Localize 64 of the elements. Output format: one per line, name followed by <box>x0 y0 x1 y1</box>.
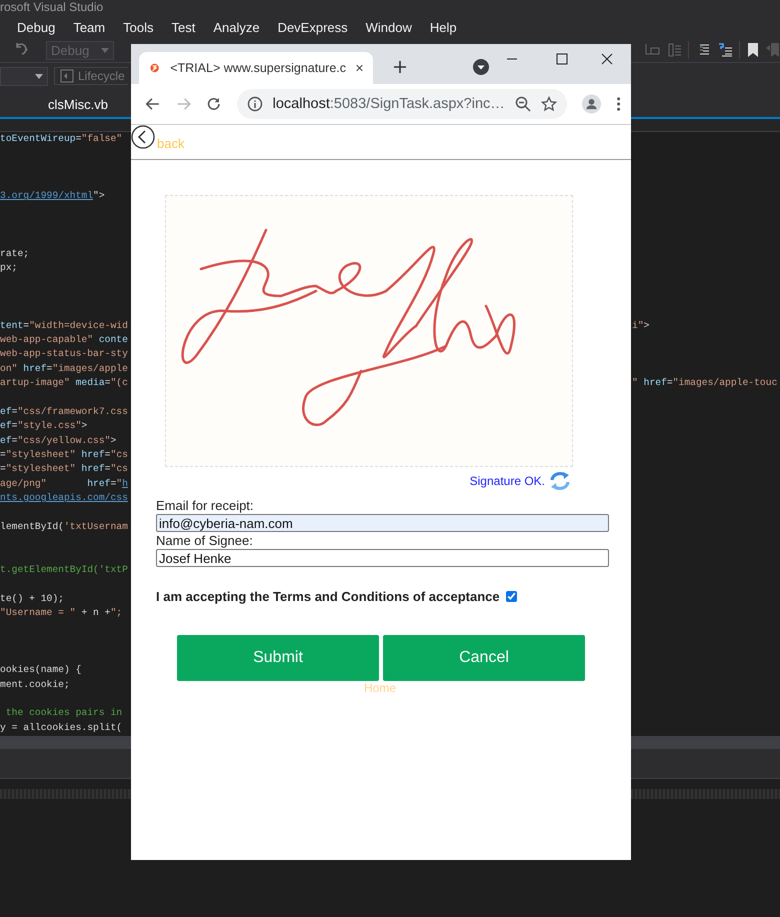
code-line: "Username = " + n +"; <box>0 606 122 618</box>
menu-item[interactable]: Help <box>420 20 466 34</box>
code-line: 3.org/1999/xhtml"> <box>0 190 105 202</box>
profile-avatar-icon[interactable] <box>582 93 601 115</box>
code-line: ookies(name) { <box>0 664 82 676</box>
lifecycle-icon <box>60 69 74 83</box>
code-line: age/png" href="h <box>0 478 128 489</box>
field-label: Email for receipt: <box>156 498 255 514</box>
back-circle-icon[interactable] <box>131 125 155 149</box>
code-line: web-app-capable" conte <box>0 334 128 346</box>
field-label: Name of Signee: <box>156 533 254 549</box>
input-field[interactable]: Josef Henke <box>156 549 609 567</box>
star-icon[interactable] <box>540 96 557 112</box>
signature-status: Signature OK. <box>470 474 545 488</box>
code-line: web-app-status-bar-sty <box>0 348 128 360</box>
terms-checkbox[interactable] <box>506 591 517 602</box>
tab-search-icon[interactable] <box>473 59 489 75</box>
address-bar[interactable]: localhost:5083/SignTask.aspx?inc… <box>236 89 567 119</box>
terms-label: I am accepting the Terms and Conditions of acceptance <box>156 589 500 604</box>
code-line: lementById('txtUsernam <box>0 520 128 532</box>
menu-item[interactable]: Tools <box>114 20 162 34</box>
refresh-icon[interactable] <box>549 471 571 491</box>
window-title: rosoft Visual Studio <box>0 0 104 14</box>
close-tab-icon[interactable] <box>356 63 363 73</box>
code-line: i"> <box>632 320 650 331</box>
caret-icon[interactable] <box>35 74 43 78</box>
new-tab-icon[interactable] <box>393 60 407 74</box>
code-line: the cookies pairs in <box>4 707 122 718</box>
code-line: ef="style.css"> <box>0 420 88 432</box>
code-line: on" href="images/apple <box>0 362 128 374</box>
document-tab[interactable]: clsMisc.vb <box>0 93 108 117</box>
close-icon[interactable] <box>600 52 614 66</box>
browser-tab[interactable]: <TRIAL> www.supersignature.c <box>139 52 373 84</box>
menu-item[interactable]: DevExpress <box>268 20 357 34</box>
maximize-icon[interactable] <box>555 52 569 66</box>
project-combo[interactable] <box>0 66 48 86</box>
code-line: te() + 10); <box>0 592 64 604</box>
menu-item[interactable]: Analyze <box>204 20 269 34</box>
menu-icon[interactable] <box>616 95 621 113</box>
code-line: ef="css/framework7.css <box>0 406 128 417</box>
code-line: ="stylesheet" href="cs <box>0 448 128 460</box>
menu-item[interactable]: Test <box>162 20 204 34</box>
code-line: toEventWireup="false" <box>0 133 122 144</box>
info-icon[interactable] <box>246 96 263 112</box>
input-field[interactable]: info@cyberia-nam.com <box>156 514 609 532</box>
outdent-icon[interactable] <box>666 42 682 58</box>
menu-item[interactable]: Team <box>64 20 114 34</box>
code-line: y = allcookies.split( <box>0 722 122 733</box>
bookmark-icon[interactable] <box>746 42 760 58</box>
zoom-out-icon[interactable] <box>514 96 531 112</box>
code-line: artup-image" media="(c <box>0 377 128 388</box>
reload-icon[interactable] <box>206 95 222 113</box>
code-line: rate; <box>0 248 30 259</box>
uncomment-lines-icon[interactable] <box>717 42 733 58</box>
code-line: ment.cookie; <box>0 678 70 690</box>
code-line: nts.googleapis.com/css <box>0 492 128 503</box>
code-line: px; <box>0 262 18 274</box>
code-line: ef="css/yellow.css"> <box>0 434 116 446</box>
menu-item[interactable]: Window <box>356 20 421 34</box>
menu-item[interactable]: Debug <box>8 20 64 34</box>
code-line: t.getElementById('txtP <box>0 564 128 575</box>
code-line: tent="width=device-wid <box>0 320 128 331</box>
code-line: " href="images/apple-touc <box>632 377 778 388</box>
code-line: ="stylesheet" href="cs <box>0 463 128 474</box>
